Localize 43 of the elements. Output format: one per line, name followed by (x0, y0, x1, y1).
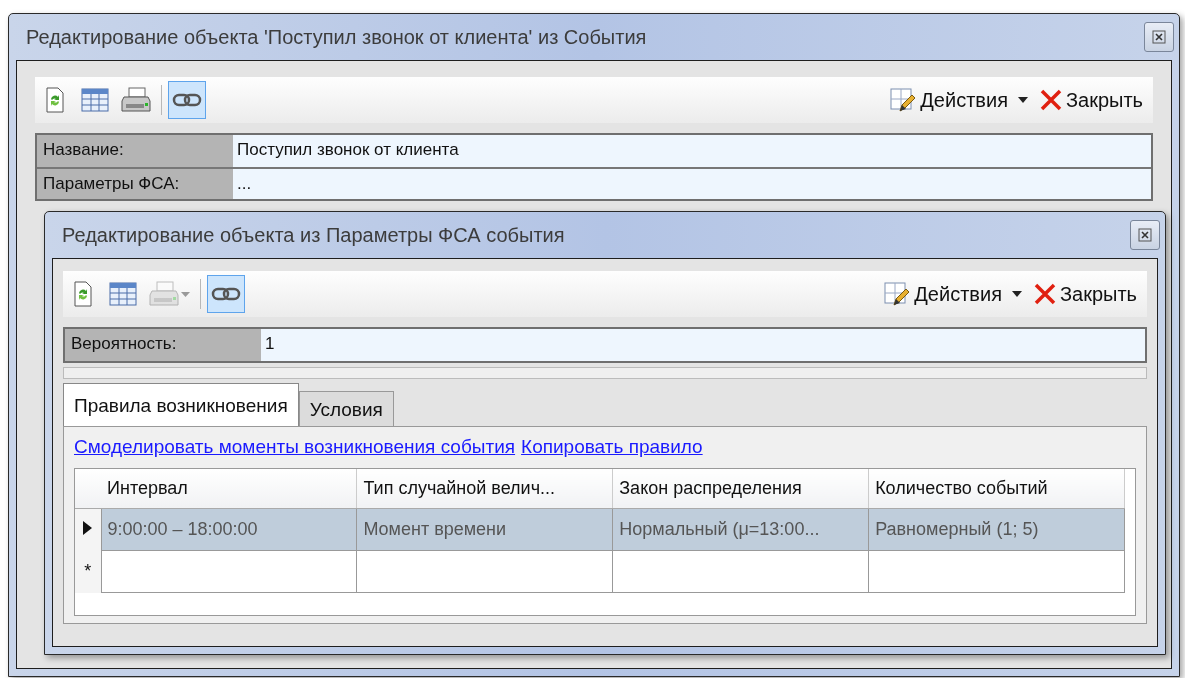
column-header[interactable]: Интервал (101, 468, 357, 509)
window-close-button[interactable] (1144, 22, 1174, 52)
caret-icon (1011, 291, 1022, 297)
caret-icon (1017, 97, 1028, 103)
printer-icon (149, 281, 179, 307)
grid-icon (109, 282, 137, 306)
link[interactable]: Копировать правило (521, 433, 703, 462)
link-button[interactable] (168, 81, 206, 119)
caret-icon (181, 291, 190, 297)
edit-icon (890, 87, 917, 113)
field-label: Параметры ФСА: (37, 169, 233, 199)
close-icon (1033, 283, 1056, 305)
close-button[interactable]: Закрыть (1029, 279, 1141, 309)
actions-button[interactable]: Действия (880, 279, 1026, 309)
tab[interactable]: Условия (298, 391, 394, 427)
refresh-icon (73, 281, 93, 307)
field-label: Название: (37, 135, 233, 167)
window-close-button[interactable] (1130, 220, 1160, 250)
close-icon (1152, 30, 1166, 44)
actions-button[interactable]: Действия (886, 85, 1032, 115)
tab[interactable]: Правила возникновения (63, 383, 299, 427)
window-title: Редактирование объекта 'Поступил звонок от клиента' из События (26, 25, 647, 50)
column-header[interactable]: Закон распределения (612, 468, 869, 509)
table-cell: 9:00:00 – 18:00:00 (101, 508, 357, 551)
link-icon (172, 92, 202, 108)
close-button[interactable]: Закрыть (1035, 85, 1147, 115)
column-header[interactable]: Количество событий (868, 468, 1125, 509)
table-cell: Нормальный (μ=13:00... (612, 508, 869, 551)
edit-icon (884, 281, 911, 307)
column-header[interactable]: Тип случайной велич... (356, 468, 613, 509)
link-icon (211, 286, 241, 302)
printer-icon (121, 87, 151, 113)
row-marker: * (84, 561, 92, 581)
close-icon (1039, 89, 1062, 111)
refresh-icon (45, 87, 65, 113)
link[interactable]: Смоделировать моменты возникновения события (74, 433, 516, 462)
grid-icon (81, 88, 109, 112)
table-cell: Равномерный (1; 5) (868, 508, 1125, 551)
current-row-icon (83, 521, 93, 536)
table-cell: Момент времени (356, 508, 613, 551)
window-title: Редактирование объекта из Параметры ФСА события (62, 223, 565, 248)
link-button[interactable] (207, 275, 245, 313)
close-icon (1138, 228, 1152, 242)
